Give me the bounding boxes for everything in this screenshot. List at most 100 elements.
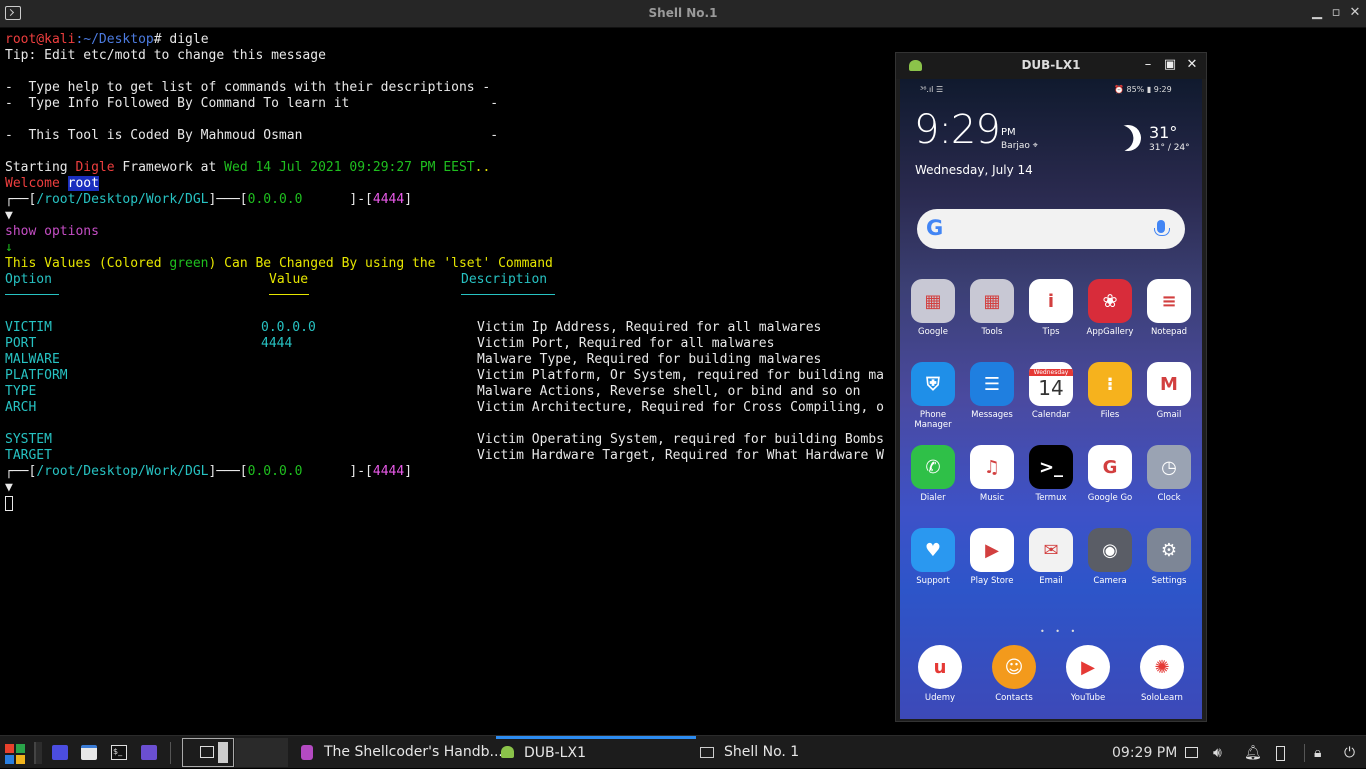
app-email[interactable]: ✉ Email <box>1021 528 1081 586</box>
values-note: This Values (Colored green) Can Be Chang… <box>5 256 553 271</box>
app-termux[interactable]: >_ Termux <box>1021 445 1081 503</box>
volume-icon[interactable]: 🔊︎ <box>1213 745 1222 761</box>
app-support[interactable]: ♥ Support <box>903 528 963 586</box>
terminal-output[interactable]: root@kali:~/Desktop# digle Tip: Edit etc… <box>0 29 900 735</box>
taskbar-separator <box>170 742 171 764</box>
app-label: Support <box>916 576 950 586</box>
app-label: Messages <box>971 410 1013 420</box>
close-button[interactable]: ✕ <box>1346 4 1364 22</box>
option-name: MALWARE <box>5 352 60 367</box>
app-notepad[interactable]: ≡ Notepad <box>1139 279 1199 337</box>
app-label: Google <box>918 327 948 337</box>
header-option: Option <box>5 272 52 287</box>
text-cursor[interactable] <box>5 496 13 511</box>
app-appgallery[interactable]: ❀ AppGallery <box>1080 279 1140 337</box>
dock-app-sololearn[interactable]: ✺ SoloLearn <box>1132 645 1192 703</box>
taskbar-item-shell[interactable]: Shell No. 1 <box>698 736 898 769</box>
dock-app-youtube[interactable]: ▶ YouTube <box>1058 645 1118 703</box>
notifications-panel-icon[interactable] <box>1185 747 1198 758</box>
app-google-go[interactable]: G Google Go <box>1080 445 1140 503</box>
app-clock[interactable]: ◷ Clock <box>1139 445 1199 503</box>
clock-location: Barjao ⌖ <box>1001 141 1038 151</box>
app-messages[interactable]: ☰ Messages <box>962 362 1022 420</box>
option-name: PORT <box>5 336 37 351</box>
option-description: Malware Actions, Reverse shell, or bind … <box>477 384 861 399</box>
termux-icon: >_ <box>1029 445 1073 489</box>
workspace-switcher-2[interactable] <box>235 738 288 767</box>
file-manager-icon[interactable] <box>81 745 97 760</box>
microphone-icon[interactable] <box>1154 220 1170 236</box>
phone-screen[interactable]: ³⁶.ıl ☰ ⏰ 85% ▮ 9:29 9:29 PM Barjao ⌖ We… <box>900 79 1202 719</box>
dock-app-udemy[interactable]: u Udemy <box>910 645 970 703</box>
battery-icon[interactable] <box>1276 746 1285 761</box>
screen-recorder-icon[interactable] <box>141 745 157 760</box>
folder-icon: ▦ <box>911 279 955 323</box>
app-tools[interactable]: ▦ Tools <box>962 279 1022 337</box>
workspace-switcher-1[interactable] <box>182 738 234 767</box>
chat-icon: ☰ <box>970 362 1014 406</box>
power-icon[interactable]: ⏻ <box>1344 745 1355 761</box>
prompt-line: root@kali:~/Desktop# digle <box>5 32 209 47</box>
minimize-button[interactable]: ▁ <box>1308 4 1326 22</box>
option-name: VICTIM <box>5 320 52 335</box>
starting-line: Starting Digle Framework at Wed 14 Jul 2… <box>5 160 491 175</box>
app-label: Google Go <box>1087 493 1133 503</box>
dock-app-contacts[interactable]: ☺ Contacts <box>984 645 1044 703</box>
bell-icon[interactable]: 🔔︎ <box>1244 745 1262 761</box>
app-label: Tools <box>981 327 1003 337</box>
moon-icon <box>1111 121 1146 156</box>
notepad-icon: ≡ <box>1147 279 1191 323</box>
phone-icon: ✆ <box>911 445 955 489</box>
app-tips[interactable]: i Tips <box>1021 279 1081 337</box>
window-preview <box>218 742 228 763</box>
clock-widget-time[interactable]: 9:29 <box>914 107 1001 153</box>
clock-date: Wednesday, July 14 <box>915 163 1033 177</box>
phone-mirror-window[interactable]: DUB-LX1 – ▣ ✕ ³⁶.ıl ☰ ⏰ 85% ▮ 9:29 9:29 … <box>895 52 1207 722</box>
header-underline <box>269 294 309 295</box>
app-label: Contacts <box>995 693 1033 703</box>
app-dialer[interactable]: ✆ Dialer <box>903 445 963 503</box>
app-google[interactable]: ▦ Google <box>903 279 963 337</box>
maximize-button[interactable]: ▣ <box>1162 57 1178 73</box>
close-button[interactable]: ✕ <box>1184 57 1200 73</box>
terminal-icon[interactable]: $_ <box>111 745 127 760</box>
email-icon: ✉ <box>1029 528 1073 572</box>
tips-icon: i <box>1029 279 1073 323</box>
option-description: Victim Hardware Target, Required for Wha… <box>477 448 884 463</box>
app-music[interactable]: ♫ Music <box>962 445 1022 503</box>
taskbar-item-shellcoder[interactable]: The Shellcoder's Handb... <box>296 736 503 769</box>
window-titlebar: Shell No.1 ▁ ▫ ✕ <box>0 0 1366 28</box>
music-icon: ♫ <box>970 445 1014 489</box>
show-desktop-icon[interactable] <box>52 745 68 760</box>
app-gmail[interactable]: M Gmail <box>1139 362 1199 420</box>
app-label: Calendar <box>1031 410 1071 420</box>
option-description: Victim Port, Required for all malwares <box>477 336 775 351</box>
start-menu-icon[interactable] <box>5 744 25 764</box>
taskbar-item-label: The Shellcoder's Handb... <box>324 744 503 760</box>
app-calendar[interactable]: Wednesday 14 Calendar <box>1021 362 1081 420</box>
taskbar: $_ The Shellcoder's Handb... DUB-LX1 She… <box>0 735 1366 768</box>
maximize-button[interactable]: ▫ <box>1327 4 1345 22</box>
weather-temp[interactable]: 31° <box>1149 123 1177 142</box>
app-settings[interactable]: ⚙ Settings <box>1139 528 1199 586</box>
app-phone-manager[interactable]: ⛨ Phone Manager <box>903 362 963 430</box>
google-search-bar[interactable]: G <box>917 209 1185 249</box>
down-arrow-icon: ↓ <box>5 240 13 255</box>
welcome-line: Welcome root <box>5 176 99 191</box>
header-value: Value <box>269 272 309 287</box>
clock-ampm: PM <box>1001 127 1016 138</box>
header-underline <box>461 294 555 295</box>
header-description: Description <box>461 272 548 287</box>
lock-icon[interactable]: 🔒︎ <box>1314 745 1321 761</box>
clock[interactable]: 09:29 PM <box>1112 745 1177 761</box>
app-label: YouTube <box>1070 693 1106 703</box>
taskbar-item-dub-lx1[interactable]: DUB-LX1 <box>496 736 696 769</box>
app-label: Settings <box>1151 576 1187 586</box>
desktop-icon[interactable] <box>34 742 42 764</box>
option-description: Victim Ip Address, Required for all malw… <box>477 320 822 335</box>
app-files[interactable]: ⁝ Files <box>1080 362 1140 420</box>
app-camera[interactable]: ◉ Camera <box>1080 528 1140 586</box>
minimize-button[interactable]: – <box>1140 57 1156 73</box>
option-description: Victim Architecture, Required for Cross … <box>477 400 884 415</box>
app-play-store[interactable]: ▶ Play Store <box>962 528 1022 586</box>
